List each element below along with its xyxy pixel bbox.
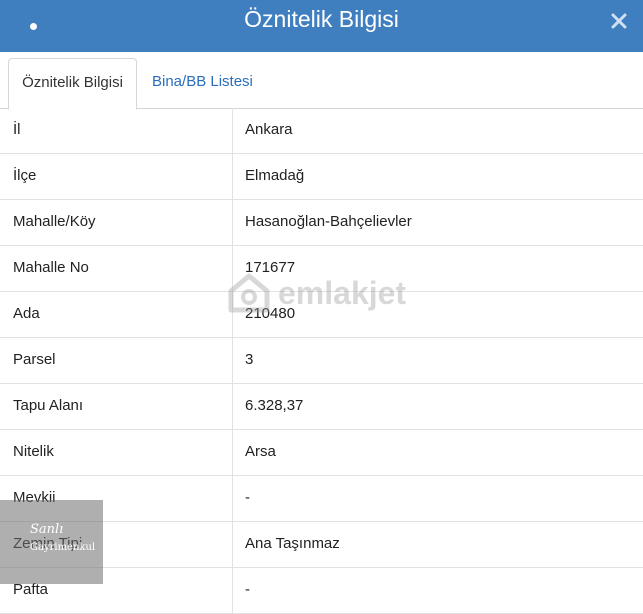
row-key: Mevkii bbox=[0, 476, 233, 521]
row-key: Zemin Tipi bbox=[0, 522, 233, 567]
close-button[interactable] bbox=[607, 9, 631, 33]
row-key: Nitelik bbox=[0, 430, 233, 475]
table-row: Nitelik Arsa bbox=[0, 430, 643, 476]
row-key: Ada bbox=[0, 292, 233, 337]
table-row: Zemin Tipi Ana Taşınmaz bbox=[0, 522, 643, 568]
row-value: Arsa bbox=[245, 443, 276, 460]
row-key: Parsel bbox=[0, 338, 233, 383]
row-value: 6.328,37 bbox=[245, 397, 304, 414]
close-icon bbox=[611, 13, 627, 29]
row-key: Mahalle No bbox=[0, 246, 233, 291]
table-row: Mahalle No 171677 bbox=[0, 246, 643, 292]
table-row: Mevkii - bbox=[0, 476, 643, 522]
row-key: Tapu Alanı bbox=[0, 384, 233, 429]
row-value: Elmadağ bbox=[245, 167, 305, 184]
row-value: 3 bbox=[245, 351, 254, 368]
row-key: Pafta bbox=[0, 568, 233, 613]
row-value: Ana Taşınmaz bbox=[245, 535, 340, 552]
row-key: Mahalle/Köy bbox=[0, 200, 233, 245]
table-row: Pafta - bbox=[0, 568, 643, 614]
row-value: 210480 bbox=[245, 305, 296, 322]
tab-bar: Öznitelik Bilgisi Bina/BB Listesi bbox=[0, 52, 643, 110]
row-value: - bbox=[245, 489, 250, 506]
table-row: Tapu Alanı 6.328,37 bbox=[0, 384, 643, 430]
row-key: İlçe bbox=[0, 154, 233, 199]
table-row: Mahalle/Köy Hasanoğlan-Bahçelievler bbox=[0, 200, 643, 246]
row-value: Ankara bbox=[245, 121, 293, 138]
row-value: Hasanoğlan-Bahçelievler bbox=[245, 213, 412, 230]
attribute-table: İl Ankara İlçe Elmadağ Mahalle/Köy Hasan… bbox=[0, 108, 643, 614]
dialog-titlebar: Öznitelik Bilgisi bbox=[0, 0, 643, 52]
row-key: İl bbox=[0, 108, 233, 153]
dialog-title: Öznitelik Bilgisi bbox=[244, 6, 399, 32]
row-value: - bbox=[245, 581, 250, 598]
table-row: İlçe Elmadağ bbox=[0, 154, 643, 200]
row-value: 171677 bbox=[245, 259, 296, 276]
table-row: Ada 210480 bbox=[0, 292, 643, 338]
table-row: Parsel 3 bbox=[0, 338, 643, 384]
table-row: İl Ankara bbox=[0, 108, 643, 154]
tab-bina-bb-listesi[interactable]: Bina/BB Listesi bbox=[152, 58, 253, 108]
tab-oznitelik-bilgisi[interactable]: Öznitelik Bilgisi bbox=[8, 58, 137, 110]
